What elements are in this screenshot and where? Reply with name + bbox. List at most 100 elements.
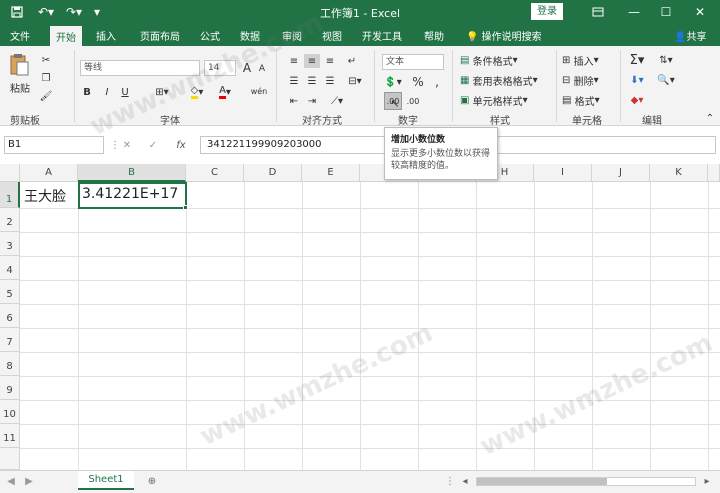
decrease-decimal-label: .00 bbox=[406, 96, 420, 106]
format-painter-icon[interactable]: 🖌 bbox=[38, 88, 54, 104]
alignment-group-label: 对齐方式 bbox=[302, 116, 342, 127]
increase-decimal-tooltip: 增加小数位数 显示更多小数位数以获得较高精度的值。 bbox=[384, 127, 498, 180]
tell-me-search[interactable]: 💡 操作说明搜索 bbox=[466, 28, 542, 43]
currency-icon[interactable]: 💲▾ bbox=[382, 74, 404, 90]
copy-icon[interactable]: ❐ bbox=[38, 70, 54, 86]
row-header[interactable]: 6 bbox=[0, 304, 20, 328]
conditional-format-icon: ▤ bbox=[460, 54, 470, 66]
group-separator bbox=[74, 50, 75, 122]
worksheet-grid[interactable]: A B C D E F G H I J K 1 2 3 4 5 6 7 8 9 … bbox=[0, 164, 720, 470]
tooltip-title: 增加小数位数 bbox=[391, 135, 446, 145]
column-header[interactable]: C bbox=[186, 164, 244, 182]
collapse-ribbon-icon[interactable]: ⌃ bbox=[704, 112, 716, 124]
tab-file[interactable]: 文件 bbox=[10, 28, 30, 43]
sheet-scroll-right-icon[interactable]: ▶ bbox=[22, 474, 36, 488]
align-left-icon[interactable]: ☰ bbox=[286, 74, 302, 88]
row-header[interactable]: 7 bbox=[0, 328, 20, 352]
paste-icon[interactable] bbox=[6, 52, 32, 78]
sheet-tab-sheet1[interactable]: Sheet1 bbox=[78, 471, 134, 490]
merge-center-icon[interactable]: ⊟▾ bbox=[344, 74, 366, 88]
gridline bbox=[186, 182, 187, 470]
column-header[interactable]: A bbox=[20, 164, 78, 182]
clear-icon[interactable]: ◆▾ bbox=[626, 92, 648, 108]
wrap-text-icon[interactable]: ↵ bbox=[344, 54, 360, 68]
format-cells-button[interactable]: ▤ 格式 ▾ bbox=[562, 92, 600, 108]
align-bottom-icon[interactable]: ≡ bbox=[322, 54, 338, 68]
sheet-scroll-left-icon[interactable]: ◀ bbox=[4, 474, 18, 488]
column-header[interactable]: J bbox=[592, 164, 650, 182]
row-header-partial[interactable] bbox=[0, 448, 20, 470]
bold-button[interactable]: B bbox=[80, 84, 94, 100]
orientation-icon[interactable]: ⟋▾ bbox=[326, 94, 348, 108]
decrease-decimal-button[interactable]: .00 bbox=[404, 92, 422, 110]
login-button[interactable]: 登录 bbox=[531, 3, 563, 20]
hscroll-right-icon[interactable]: ▸ bbox=[700, 474, 714, 488]
format-as-table-button[interactable]: ▦ 套用表格格式 ▾ bbox=[460, 72, 538, 88]
cell-a1[interactable]: 王大脸 bbox=[24, 186, 66, 206]
find-select-icon[interactable]: 🔍▾ bbox=[656, 72, 676, 88]
name-box[interactable]: B1 bbox=[4, 136, 104, 154]
column-header[interactable]: I bbox=[534, 164, 592, 182]
row-header[interactable]: 3 bbox=[0, 232, 20, 256]
row-header[interactable]: 10 bbox=[0, 400, 20, 424]
column-header-partial[interactable] bbox=[708, 164, 720, 182]
tab-home[interactable]: 开始 bbox=[50, 26, 82, 46]
tab-developer[interactable]: 开发工具 bbox=[362, 28, 402, 43]
column-header[interactable]: D bbox=[244, 164, 302, 182]
insert-cells-button[interactable]: ⊞ 插入 ▾ bbox=[562, 52, 599, 68]
cancel-icon[interactable]: ✕ bbox=[118, 136, 136, 154]
cell-b1[interactable]: 3.41221E+17 bbox=[82, 186, 178, 202]
row-header[interactable]: 11 bbox=[0, 424, 20, 448]
conditional-format-button[interactable]: ▤ 条件格式 ▾ bbox=[460, 52, 518, 68]
delete-cells-button[interactable]: ⊟ 删除 ▾ bbox=[562, 72, 599, 88]
row-header[interactable]: 8 bbox=[0, 352, 20, 376]
autosum-icon[interactable]: Σ ▾ bbox=[626, 52, 648, 68]
decrease-indent-icon[interactable]: ⇤ bbox=[286, 94, 302, 108]
column-header[interactable]: K bbox=[650, 164, 708, 182]
sheet-bar-grip-icon[interactable]: ⋮ bbox=[445, 474, 455, 488]
new-sheet-icon[interactable]: ⊕ bbox=[144, 473, 160, 489]
close-icon[interactable]: ✕ bbox=[686, 2, 714, 22]
cell-styles-button[interactable]: ▣ 单元格样式 ▾ bbox=[460, 92, 528, 108]
tab-formulas[interactable]: 公式 bbox=[200, 28, 220, 43]
align-center-icon[interactable]: ☰ bbox=[304, 74, 320, 88]
row-header[interactable]: 2 bbox=[0, 208, 20, 232]
number-format-combo[interactable]: 文本 bbox=[382, 54, 444, 70]
horizontal-scrollbar[interactable] bbox=[476, 477, 696, 486]
lightbulb-icon: 💡 bbox=[466, 32, 479, 43]
comma-button[interactable]: , bbox=[430, 74, 444, 90]
maximize-icon[interactable]: ☐ bbox=[652, 2, 680, 22]
ribbon-display-icon[interactable] bbox=[584, 2, 612, 22]
align-top-icon[interactable]: ≡ bbox=[286, 54, 302, 68]
phonetic-icon[interactable]: wén bbox=[246, 82, 272, 100]
column-header[interactable]: B bbox=[78, 164, 186, 182]
row-header[interactable]: 1 bbox=[0, 182, 20, 208]
fill-handle[interactable] bbox=[183, 205, 188, 210]
italic-button[interactable]: I bbox=[100, 84, 114, 100]
fill-icon[interactable]: ⬇▾ bbox=[626, 72, 648, 88]
format-cells-icon: ▤ bbox=[562, 94, 572, 106]
hscroll-left-icon[interactable]: ◂ bbox=[458, 474, 472, 488]
insert-function-icon[interactable]: fx bbox=[172, 136, 190, 154]
select-all-corner[interactable] bbox=[0, 164, 20, 182]
group-separator bbox=[556, 50, 557, 122]
percent-button[interactable]: % bbox=[410, 74, 426, 90]
row-header[interactable]: 9 bbox=[0, 376, 20, 400]
align-middle-icon[interactable]: ≡ bbox=[304, 54, 320, 68]
column-header[interactable]: E bbox=[302, 164, 360, 182]
gridline bbox=[302, 182, 303, 470]
tab-help[interactable]: 帮助 bbox=[424, 28, 444, 43]
cut-icon[interactable]: ✂ bbox=[38, 52, 54, 68]
share-button[interactable]: 👤共享 bbox=[674, 28, 706, 43]
row-header[interactable]: 5 bbox=[0, 280, 20, 304]
align-right-icon[interactable]: ☰ bbox=[322, 74, 338, 88]
row-header[interactable]: 4 bbox=[0, 256, 20, 280]
increase-indent-icon[interactable]: ⇥ bbox=[304, 94, 320, 108]
minimize-icon[interactable]: — bbox=[620, 2, 648, 22]
tab-page-layout[interactable]: 页面布局 bbox=[140, 28, 180, 43]
scroll-thumb[interactable] bbox=[477, 478, 607, 485]
enter-icon[interactable]: ✓ bbox=[144, 136, 162, 154]
tab-insert[interactable]: 插入 bbox=[96, 28, 116, 43]
paste-label[interactable]: 粘贴 bbox=[8, 80, 32, 95]
sort-filter-icon[interactable]: ⇅▾ bbox=[656, 52, 676, 68]
